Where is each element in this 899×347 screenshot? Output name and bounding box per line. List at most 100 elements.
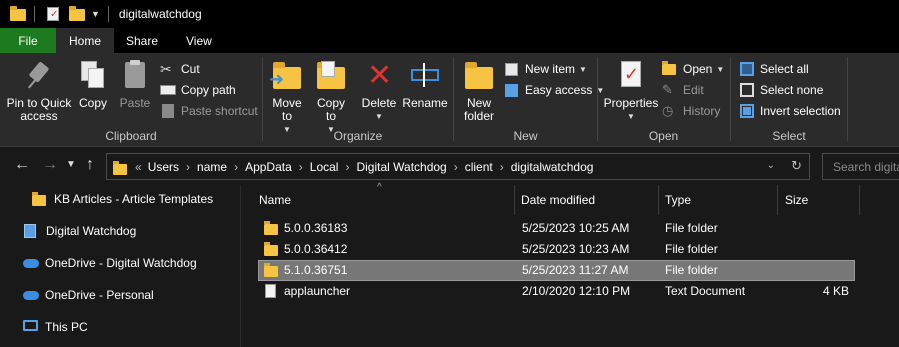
cloud-icon [23, 256, 39, 270]
sort-ascending-icon: ^ [377, 182, 382, 193]
folder-icon [10, 6, 26, 22]
forward-arrow-icon[interactable]: → [42, 156, 58, 174]
open-button[interactable]: Open ▼ [662, 59, 724, 79]
file-type: File folder [665, 221, 718, 235]
column-divider[interactable] [859, 185, 860, 215]
column-header-type[interactable]: Type [665, 185, 691, 215]
select-all-button[interactable]: Select all [739, 59, 809, 79]
column-header-name[interactable]: Name [259, 185, 291, 215]
move-to-icon: ➜ [269, 59, 303, 91]
copy-button[interactable]: Copy [76, 59, 110, 110]
overflow-chevron[interactable]: « [135, 160, 142, 174]
move-to-button[interactable]: ➜ Move to ▼ [267, 59, 307, 136]
rename-icon [409, 59, 441, 91]
column-header-size[interactable]: Size [785, 185, 808, 215]
breadcrumb-appdata[interactable]: AppData [245, 160, 292, 174]
file-name: 5.0.0.36412 [284, 242, 348, 256]
folder-icon [264, 242, 278, 256]
new-folder-button[interactable]: New folder [458, 59, 500, 123]
folder-icon [113, 160, 127, 175]
breadcrumb-separator-icon[interactable]: › [345, 160, 349, 174]
file-date: 5/25/2023 10:23 AM [522, 242, 630, 256]
breadcrumb-client[interactable]: client [465, 160, 493, 174]
table-row[interactable]: 5.0.0.36412 5/25/2023 10:23 AM File fold… [258, 239, 855, 260]
breadcrumb-name[interactable]: name [197, 160, 227, 174]
new-folder-quick-icon[interactable] [69, 6, 85, 22]
column-divider[interactable] [777, 185, 778, 215]
breadcrumb-digital-watchdog[interactable]: Digital Watchdog [356, 160, 446, 174]
table-row[interactable]: 5.0.0.36183 5/25/2023 10:25 AM File fold… [258, 218, 855, 239]
table-row[interactable]: 5.1.0.36751 5/25/2023 11:27 AM File fold… [258, 260, 855, 281]
column-header-date-modified[interactable]: Date modified [521, 185, 595, 215]
copy-path-button[interactable]: Copy path [160, 80, 236, 100]
easy-access-icon [504, 82, 520, 98]
pc-icon [23, 320, 39, 334]
breadcrumb-separator-icon[interactable]: › [500, 160, 504, 174]
history-button[interactable]: ◷ History [662, 101, 720, 121]
new-item-button[interactable]: New item ▼ [504, 59, 587, 79]
edit-button[interactable]: ✎ Edit [662, 80, 704, 100]
new-folder-label: New folder [463, 96, 495, 123]
column-divider[interactable] [514, 185, 515, 215]
title-separator-2 [107, 6, 109, 22]
copy-to-button[interactable]: Copy to ▼ [311, 59, 351, 136]
tab-home[interactable]: Home [56, 28, 114, 53]
back-arrow-icon[interactable]: ← [14, 156, 30, 174]
paste-button[interactable]: Paste [116, 59, 154, 110]
title-bar: ✓ ▼ digitalwatchdog [0, 0, 899, 28]
search-input[interactable]: Search digitalwatchdog [822, 153, 899, 180]
breadcrumb-separator-icon[interactable]: › [186, 160, 190, 174]
nav-item-this-pc[interactable]: This PC [23, 315, 88, 339]
tab-file[interactable]: File [0, 28, 56, 53]
refresh-icon[interactable]: ↻ [791, 158, 802, 174]
properties-quick-icon[interactable]: ✓ [45, 6, 61, 22]
breadcrumb-local[interactable]: Local [310, 160, 339, 174]
easy-access-button[interactable]: Easy access ▼ [504, 80, 604, 100]
tab-view[interactable]: View [172, 28, 212, 53]
invert-selection-button[interactable]: Invert selection [739, 101, 841, 121]
select-group-label: Select [772, 129, 806, 143]
breadcrumb-separator-icon[interactable]: › [454, 160, 458, 174]
recent-locations-chevron-icon[interactable]: ▼ [66, 159, 76, 170]
rename-button[interactable]: Rename [401, 59, 449, 110]
nav-item-onedrive-digital-watchdog[interactable]: OneDrive - Digital Watchdog [23, 251, 197, 275]
address-bar[interactable]: « Users › name › AppData › Local › Digit… [106, 153, 810, 180]
select-all-label: Select all [760, 62, 809, 76]
pin-to-quick-access-button[interactable]: Pin to Quick access [4, 59, 74, 123]
file-name: applauncher [284, 284, 351, 298]
breadcrumb-separator-icon[interactable]: › [299, 160, 303, 174]
delete-button[interactable]: ✕ Delete ▼ [359, 59, 399, 123]
tab-share[interactable]: Share [114, 28, 172, 53]
delete-dropdown-icon: ▼ [375, 112, 383, 121]
paste-shortcut-button[interactable]: Paste shortcut [160, 101, 258, 121]
ribbon-tabs: File Home Share View [0, 28, 899, 53]
select-none-button[interactable]: Select none [739, 80, 823, 100]
copy-path-label: Copy path [181, 83, 236, 97]
properties-button[interactable]: ✓ Properties ▼ [602, 59, 660, 123]
address-row: ← → ▼ ↑ « Users › name › AppData › Local… [0, 147, 899, 185]
nav-item-digital-watchdog[interactable]: Digital Watchdog [24, 219, 136, 243]
paste-icon [119, 59, 151, 91]
breadcrumb-digitalwatchdog[interactable]: digitalwatchdog [511, 160, 594, 174]
breadcrumb-users[interactable]: Users [148, 160, 179, 174]
copy-to-icon [315, 59, 347, 91]
nav-item-onedrive-personal[interactable]: OneDrive - Personal [23, 283, 154, 307]
breadcrumb-separator-icon[interactable]: › [234, 160, 238, 174]
address-dropdown-icon[interactable]: ⌄ [767, 160, 775, 171]
copy-label: Copy [78, 96, 107, 110]
delete-icon: ✕ [367, 59, 393, 92]
cut-button[interactable]: ✂ Cut [160, 59, 200, 79]
cloud-icon [23, 288, 39, 302]
folder-icon [32, 192, 48, 206]
column-divider[interactable] [658, 185, 659, 215]
nav-item-kb-articles[interactable]: KB Articles - Article Templates [32, 187, 213, 211]
properties-dropdown-icon: ▼ [627, 112, 635, 121]
history-icon: ◷ [662, 103, 674, 118]
up-arrow-icon[interactable]: ↑ [86, 156, 94, 174]
select-none-icon [739, 82, 755, 98]
file-date: 5/25/2023 11:27 AM [522, 263, 629, 277]
history-label: History [683, 104, 721, 118]
table-row[interactable]: applauncher 2/10/2020 12:10 PM Text Docu… [258, 281, 855, 302]
nav-item-label: Digital Watchdog [46, 224, 137, 238]
quick-access-dropdown-icon[interactable]: ▼ [91, 9, 100, 19]
